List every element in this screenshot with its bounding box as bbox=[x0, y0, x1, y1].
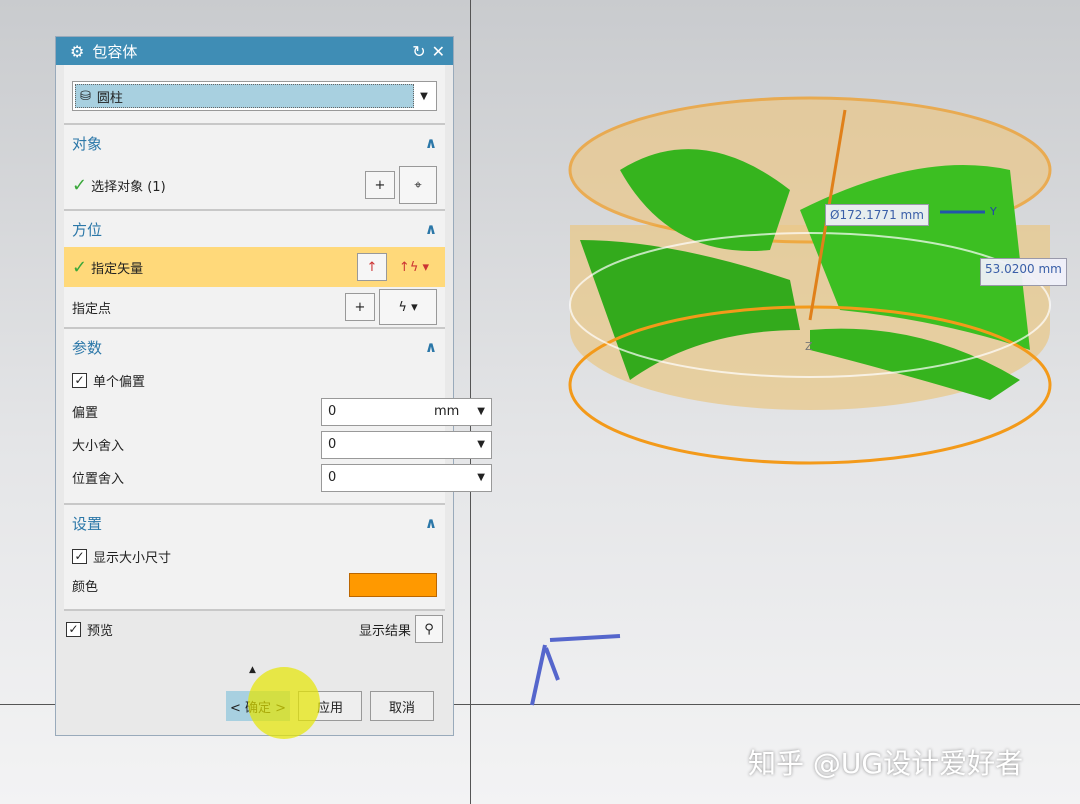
select-object-label[interactable]: 选择对象 (1) bbox=[91, 176, 361, 195]
cylinder-icon: ⛁ bbox=[80, 88, 91, 104]
axis-y-label: Y bbox=[989, 205, 997, 218]
point-dialog-button[interactable]: + bbox=[345, 293, 375, 321]
collapse-icon[interactable]: ∧ bbox=[425, 514, 437, 532]
section-object-title: 对象 bbox=[72, 134, 103, 153]
type-value: 圆柱 bbox=[96, 90, 123, 106]
point-type-button[interactable]: ϟ ▾ bbox=[379, 289, 437, 325]
show-result-label: 显示结果 bbox=[358, 623, 411, 639]
gear-icon[interactable]: ⚙ bbox=[70, 42, 84, 61]
watermark: 知乎 @UG设计爱好者 bbox=[748, 747, 1024, 780]
specify-vector-label[interactable]: 指定矢量 bbox=[91, 258, 353, 277]
dialog-title: 包容体 bbox=[92, 42, 138, 61]
color-swatch[interactable] bbox=[349, 573, 437, 597]
vector-type-button[interactable]: ↑ϟ ▾ bbox=[391, 253, 437, 281]
single-offset-checkbox[interactable]: ✓ bbox=[72, 372, 87, 388]
unit: mm bbox=[433, 404, 460, 419]
collapse-icon[interactable]: ∧ bbox=[425, 338, 437, 356]
model-viewport[interactable]: Y Z bbox=[470, 0, 1080, 804]
section-settings-title: 设置 bbox=[72, 514, 103, 533]
section-orientation-title: 方位 bbox=[72, 220, 103, 239]
color-label: 颜色 bbox=[72, 579, 99, 595]
pos-round-select[interactable]: 0 ▼ bbox=[321, 463, 492, 492]
chevron-down-icon: ▼ bbox=[420, 90, 428, 102]
dialog-title-bar: ⚙ 包容体 ↻ ✕ bbox=[56, 37, 453, 65]
chevron-down-icon: ▼ bbox=[477, 406, 485, 417]
bounding-body-dialog: ⚙ 包容体 ↻ ✕ ⛁ 圆柱 ▼ 对象 ∧ ✓ 选择对象 (1) + ⌖ 方位 ∧ … bbox=[55, 36, 492, 736]
more-options-icon[interactable]: ▲ bbox=[249, 665, 256, 675]
preview-label: 预览 bbox=[87, 623, 114, 639]
vector-dialog-button[interactable]: ↑ bbox=[357, 253, 387, 281]
show-size-label: 显示大小尺寸 bbox=[93, 550, 172, 566]
size-round-select[interactable]: 0 ▼ bbox=[321, 430, 492, 459]
collapse-icon[interactable]: ∧ bbox=[425, 134, 437, 152]
chevron-down-icon: ▼ bbox=[477, 472, 485, 483]
diameter-dimension[interactable]: Ø172.1771 mm bbox=[825, 204, 929, 226]
height-dimension[interactable]: 53.0200 mm bbox=[980, 258, 1067, 286]
preview-checkbox[interactable]: ✓ bbox=[66, 621, 81, 637]
section-params-title: 参数 bbox=[72, 338, 103, 357]
chevron-down-icon: ▼ bbox=[477, 439, 485, 450]
cancel-button[interactable]: 取消 bbox=[370, 691, 434, 721]
close-icon[interactable]: ✕ bbox=[432, 42, 445, 61]
check-icon: ✓ bbox=[72, 174, 88, 196]
specify-point-label[interactable]: 指定点 bbox=[72, 298, 341, 317]
cursor-highlight bbox=[248, 667, 320, 739]
check-icon: ✓ bbox=[72, 256, 88, 278]
single-offset-label: 单个偏置 bbox=[93, 374, 146, 390]
add-selection-button[interactable]: + bbox=[365, 171, 395, 199]
axis-z-label: Z bbox=[805, 340, 813, 353]
type-select[interactable]: ⛁ 圆柱 ▼ bbox=[72, 81, 437, 111]
crosshair-icon[interactable]: ⌖ bbox=[399, 166, 437, 204]
reset-icon[interactable]: ↻ bbox=[412, 42, 425, 61]
show-size-checkbox[interactable]: ✓ bbox=[72, 548, 87, 564]
search-icon[interactable]: ⚲ bbox=[415, 615, 443, 643]
collapse-icon[interactable]: ∧ bbox=[425, 220, 437, 238]
offset-input[interactable]: 0 mm ▼ bbox=[321, 397, 492, 426]
